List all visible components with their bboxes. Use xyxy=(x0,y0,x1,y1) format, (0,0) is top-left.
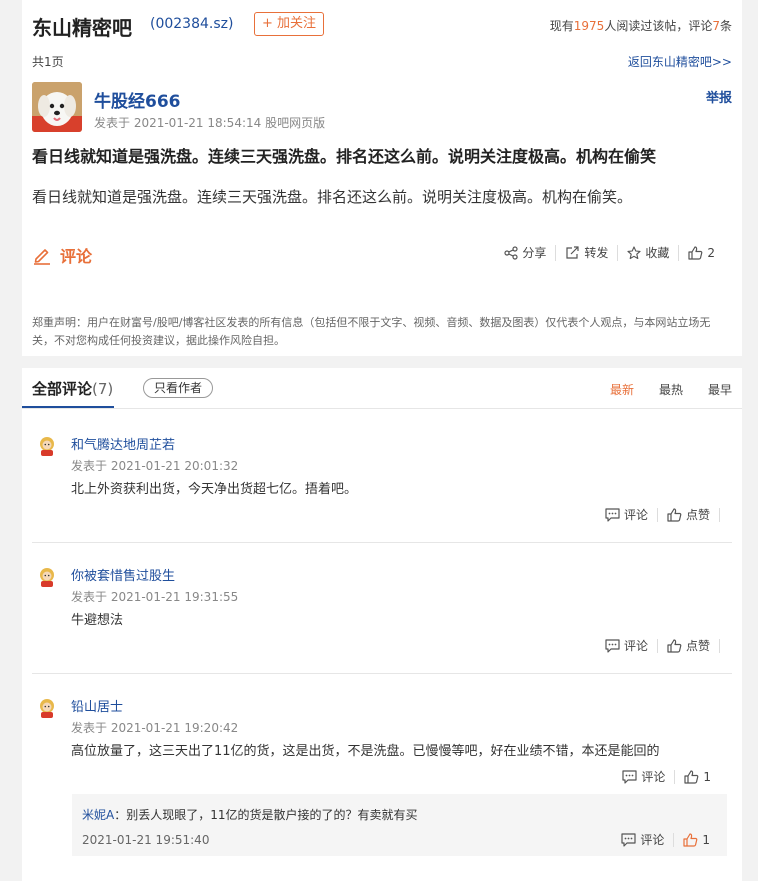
comment-time: 发表于 2021-01-21 20:01:32 xyxy=(71,459,239,473)
comment-text: 牛避想法 xyxy=(71,613,124,628)
commenter-name[interactable]: 和气腾达地周芷若 xyxy=(71,434,175,453)
reply-button[interactable]: 评论 xyxy=(596,506,657,523)
like-count: 1 xyxy=(702,832,710,847)
comment-count: 7 xyxy=(712,19,720,33)
reply-label: 评论 xyxy=(641,770,666,784)
like-button[interactable]: 1 xyxy=(675,770,720,784)
author-avatar[interactable] xyxy=(32,82,82,132)
post-author[interactable]: 牛股经666 xyxy=(94,87,181,112)
commenter-avatar[interactable] xyxy=(36,566,58,588)
author-only-toggle[interactable]: 只看作者 xyxy=(143,378,213,398)
post-title: 看日线就知道是强洗盘。连续三天强洗盘。排名还这么前。说明关注度极高。机构在偷笑 xyxy=(32,147,657,166)
commenter-avatar[interactable] xyxy=(36,697,58,719)
thumbs-up-icon xyxy=(667,507,682,522)
reply-label: 评论 xyxy=(623,508,648,522)
sort-earliest[interactable]: 最早 xyxy=(708,381,732,398)
reply-author[interactable]: 米妮A xyxy=(82,808,114,822)
commenter-name[interactable]: 铅山居士 xyxy=(71,696,123,715)
stats-suffix: 条 xyxy=(719,19,732,33)
stats-prefix: 现有 xyxy=(549,19,574,33)
like-button[interactable]: 点赞 xyxy=(658,506,719,523)
action-divider xyxy=(719,638,720,653)
share-icon xyxy=(504,245,518,260)
commenter-name[interactable]: 你被套惜售过股生 xyxy=(71,565,175,584)
reader-count: 1975 xyxy=(573,19,605,33)
reply-time: 2021-01-21 19:51:40 xyxy=(82,833,210,847)
report-button[interactable]: 举报 xyxy=(706,87,732,106)
like-count: 2 xyxy=(707,245,715,260)
bar-title[interactable]: 东山精密吧 xyxy=(32,12,132,41)
like-count: 1 xyxy=(703,769,711,784)
commenter-avatar[interactable] xyxy=(36,435,58,457)
post-body: 看日线就知道是强洗盘。连续三天强洗盘。排名还这么前。说明关注度极高。机构在偷笑。 xyxy=(32,188,633,206)
post-actions: 分享 转发 收藏 2 xyxy=(495,244,724,261)
post-card: 东山精密吧 (002384.sz) + 加关注 现有1975人阅读过该帖，评论7… xyxy=(22,0,742,356)
comment-bubble-icon xyxy=(605,638,620,653)
page-count: 共1页 xyxy=(32,55,64,69)
like-label: 点赞 xyxy=(685,639,710,653)
tab-divider xyxy=(22,408,742,409)
comment-text: 高位放量了，这三天出了11亿的货，这是出货，不是洗盘。已慢慢等吧，好在业绩不错，… xyxy=(71,744,660,759)
reply-button[interactable]: 评论 xyxy=(596,637,657,654)
like-button[interactable]: 1 xyxy=(674,833,719,847)
reply-text: ：别丢人现眼了，11亿的货是散户接的了的？有卖就有买 xyxy=(114,808,418,822)
tab-all-count: (7) xyxy=(92,380,114,398)
reply-content: 米妮A：别丢人现眼了，11亿的货是散户接的了的？有卖就有买 xyxy=(82,806,418,823)
thumbs-up-icon xyxy=(688,245,703,260)
thumbs-up-icon xyxy=(684,769,699,784)
comment-text: 北上外资获利出货，今天净出货超七亿。捂着吧。 xyxy=(71,482,358,497)
collect-label: 收藏 xyxy=(645,246,670,260)
repost-icon xyxy=(565,245,580,260)
pencil-icon xyxy=(32,245,52,265)
comment-bubble-icon xyxy=(622,769,637,784)
comment-actions: 评论 1 xyxy=(613,768,720,785)
repost-button[interactable]: 转发 xyxy=(556,244,617,261)
nested-reply: 米妮A：别丢人现眼了，11亿的货是散户接的了的？有卖就有买 2021-01-21… xyxy=(72,794,727,856)
read-stats: 现有1975人阅读过该帖，评论7条 xyxy=(550,17,732,34)
comment-divider xyxy=(32,673,732,674)
comment-bubble-icon xyxy=(605,507,620,522)
post-meta: 发表于 2021-01-21 18:54:14 股吧网页版 xyxy=(94,116,326,130)
comment-time: 发表于 2021-01-21 19:31:55 xyxy=(71,590,239,604)
collect-button[interactable]: 收藏 xyxy=(618,244,678,261)
reply-label: 评论 xyxy=(623,639,648,653)
share-button[interactable]: 分享 xyxy=(495,244,555,261)
like-label: 点赞 xyxy=(685,508,710,522)
action-divider xyxy=(719,507,720,522)
comment-actions: 评论 点赞 xyxy=(596,637,720,654)
tab-all-label: 全部评论 xyxy=(32,380,93,398)
comment-divider xyxy=(32,542,732,543)
follow-button[interactable]: + 加关注 xyxy=(254,12,324,36)
sort-hot[interactable]: 最热 xyxy=(659,381,683,398)
thumbs-up-icon xyxy=(683,832,698,847)
stock-code[interactable]: (002384.sz) xyxy=(150,16,233,32)
repost-label: 转发 xyxy=(584,246,609,260)
reply-button[interactable]: 评论 xyxy=(612,831,673,848)
like-button[interactable]: 点赞 xyxy=(658,637,719,654)
comment-actions: 评论 点赞 xyxy=(596,506,720,523)
thumbs-up-icon xyxy=(667,638,682,653)
sort-latest[interactable]: 最新 xyxy=(610,381,634,398)
reply-button[interactable]: 评论 xyxy=(613,768,674,785)
comment-time: 发表于 2021-01-21 19:20:42 xyxy=(71,721,239,735)
like-button[interactable]: 2 xyxy=(679,246,724,260)
comments-card: 全部评论(7) 只看作者 最新 最热 最早 和气腾达地周芷若 发表于 2021-… xyxy=(22,368,742,881)
back-to-bar-link[interactable]: 返回东山精密吧>> xyxy=(628,53,732,70)
star-icon xyxy=(627,245,641,260)
write-comment-button[interactable]: 评论 xyxy=(32,243,92,267)
disclaimer-text: 郑重声明：用户在财富号/股吧/博客社区发表的所有信息（包括但不限于文字、视频、音… xyxy=(32,316,711,347)
write-comment-label: 评论 xyxy=(60,247,93,266)
tab-all-comments[interactable]: 全部评论(7) xyxy=(32,378,113,399)
comment-bubble-icon xyxy=(621,832,636,847)
reply-label: 评论 xyxy=(640,833,665,847)
share-label: 分享 xyxy=(522,246,547,260)
stats-mid: 人阅读过该帖，评论 xyxy=(604,19,713,33)
reply-actions: 评论 1 xyxy=(612,831,719,848)
